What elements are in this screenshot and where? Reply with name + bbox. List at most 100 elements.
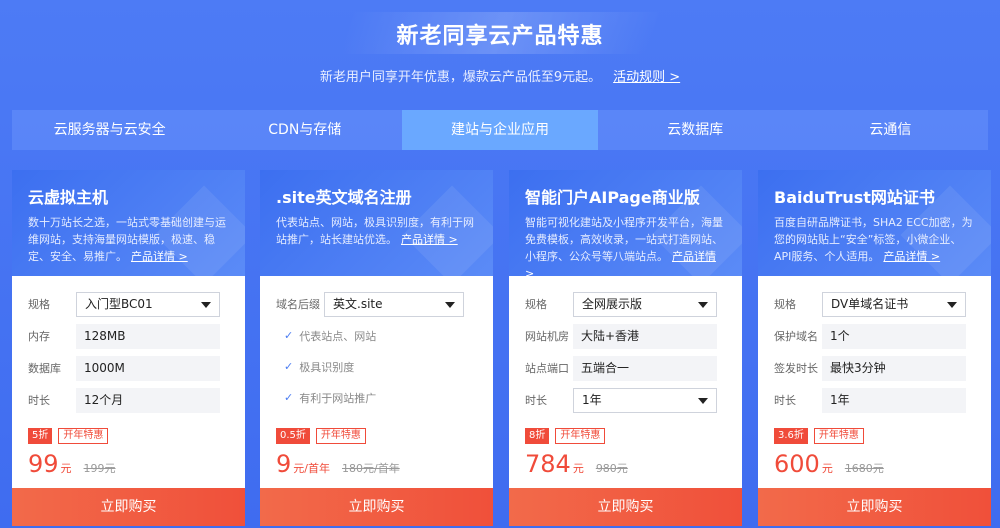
datacenter-row: 网站机房 大陆+香港 bbox=[525, 320, 726, 352]
spec-label: 规格 bbox=[774, 298, 796, 311]
card-description-text: 百度自研品牌证书，SHA2 ECC加密，为您的网站贴上“安全”标签，小微企业、A… bbox=[774, 216, 973, 263]
price-badges: 5折 开年特惠 bbox=[28, 428, 109, 444]
spec-select[interactable]: DV单域名证书 bbox=[822, 291, 966, 317]
domain-suffix-label: 域名后缀 bbox=[276, 298, 320, 311]
price-line: 9 元/首年 180元/首年 bbox=[276, 450, 400, 478]
site-ports-value: 五端合一 bbox=[573, 355, 717, 381]
price-value: 600 bbox=[774, 450, 820, 478]
caret-down-icon bbox=[947, 301, 957, 308]
buy-now-button[interactable]: 立即购买 bbox=[260, 488, 493, 526]
database-row: 数据库 1000M bbox=[28, 352, 229, 384]
protected-domain-value: 1个 bbox=[822, 323, 966, 349]
category-tabs: 云服务器与云安全 CDN与存储 建站与企业应用 云数据库 云通信 bbox=[12, 110, 988, 150]
issue-time-row: 签发时长 最快3分钟 bbox=[774, 352, 975, 384]
caret-down-icon bbox=[698, 301, 708, 308]
check-icon: ✓ bbox=[284, 360, 294, 373]
duration-label: 时长 bbox=[28, 394, 50, 407]
card-description-text: 智能可视化建站及小程序开发平台，海量免费模板，高效收录，一站式打造网站、小程序、… bbox=[525, 216, 723, 263]
duration-value: 12个月 bbox=[76, 387, 220, 413]
check-icon: ✓ bbox=[284, 329, 294, 342]
product-card-virtual-host: 云虚拟主机 数十万站长之选，一站式零基础创建与运维网站，支持海量网站模版，极速、… bbox=[12, 170, 245, 526]
price-unit: 元/首年 bbox=[293, 462, 330, 475]
memory-label: 内存 bbox=[28, 330, 50, 343]
domain-suffix-value: 英文.site bbox=[333, 296, 383, 311]
spec-select-value: DV单域名证书 bbox=[831, 296, 909, 311]
card-header: .site英文域名注册 代表站点、网站，极具识别度，有利于网站推广，站长建站优选… bbox=[260, 170, 493, 276]
memory-row: 内存 128MB bbox=[28, 320, 229, 352]
tab-cloud-communication[interactable]: 云通信 bbox=[793, 110, 988, 150]
promo-tag: 开年特惠 bbox=[813, 428, 864, 444]
spec-label: 规格 bbox=[525, 298, 547, 311]
price-badges: 8折 开年特惠 bbox=[525, 428, 606, 444]
domain-suffix-row: 域名后缀 英文.site bbox=[276, 288, 477, 320]
tab-website-enterprise[interactable]: 建站与企业应用 bbox=[402, 110, 598, 150]
check-icon: ✓ bbox=[284, 391, 294, 404]
duration-row: 时长 12个月 bbox=[28, 384, 229, 416]
duration-label: 时长 bbox=[525, 394, 547, 407]
buy-now-button[interactable]: 立即购买 bbox=[12, 488, 245, 526]
price-badges: 0.5折 开年特惠 bbox=[276, 428, 366, 444]
spec-select[interactable]: 全网展示版 bbox=[573, 291, 717, 317]
domain-suffix-select[interactable]: 英文.site bbox=[324, 291, 464, 317]
card-body: 域名后缀 英文.site ✓ 代表站点、网站 ✓ 极具识别度 ✓ 有利于网站推广 bbox=[260, 276, 493, 413]
price-line: 784 元 980元 bbox=[525, 450, 628, 478]
site-ports-label: 站点端口 bbox=[525, 362, 569, 375]
caret-down-icon bbox=[698, 397, 708, 404]
feature-item: ✓ 代表站点、网站 bbox=[276, 320, 477, 351]
feature-text: 极具识别度 bbox=[299, 360, 355, 374]
hero-subtitle: 新老用户同享开年优惠，爆款云产品低至9元起。 活动规则 > bbox=[0, 66, 1000, 85]
original-price: 199元 bbox=[83, 462, 116, 475]
protected-domain-label: 保护域名 bbox=[774, 330, 818, 343]
card-header: BaiduTrust网站证书 百度自研品牌证书，SHA2 ECC加密，为您的网站… bbox=[758, 170, 991, 276]
feature-item: ✓ 极具识别度 bbox=[276, 351, 477, 382]
product-card-baidutrust: BaiduTrust网站证书 百度自研品牌证书，SHA2 ECC加密，为您的网站… bbox=[758, 170, 991, 526]
spec-select-value: 入门型BC01 bbox=[85, 296, 153, 311]
price-unit: 元 bbox=[821, 462, 833, 475]
feature-item: ✓ 有利于网站推广 bbox=[276, 382, 477, 413]
product-detail-link[interactable]: 产品详情 > bbox=[883, 250, 940, 263]
duration-select-value: 1年 bbox=[582, 392, 602, 407]
spec-select[interactable]: 入门型BC01 bbox=[76, 291, 220, 317]
duration-select[interactable]: 1年 bbox=[573, 387, 717, 413]
price-value: 784 bbox=[525, 450, 571, 478]
card-description: 数十万站长之选，一站式零基础创建与运维网站，支持海量网站模版，极速、稳定、安全、… bbox=[28, 214, 229, 265]
product-card-aipage: 智能门户AIPage商业版 智能可视化建站及小程序开发平台，海量免费模板，高效收… bbox=[509, 170, 742, 526]
tab-cloud-server-security[interactable]: 云服务器与云安全 bbox=[12, 110, 207, 150]
hero-subtitle-text: 新老用户同享开年优惠，爆款云产品低至9元起。 bbox=[319, 70, 602, 85]
card-description: 百度自研品牌证书，SHA2 ECC加密，为您的网站贴上“安全”标签，小微企业、A… bbox=[774, 214, 975, 265]
tab-cdn-storage[interactable]: CDN与存储 bbox=[207, 110, 402, 150]
spec-label: 规格 bbox=[28, 298, 50, 311]
card-body: 规格 入门型BC01 内存 128MB 数据库 1000M 时长 12个月 bbox=[12, 276, 245, 416]
issue-time-label: 签发时长 bbox=[774, 362, 818, 375]
price-line: 600 元 1680元 bbox=[774, 450, 884, 478]
datacenter-value: 大陆+香港 bbox=[573, 323, 717, 349]
price-unit: 元 bbox=[60, 462, 72, 475]
buy-now-button[interactable]: 立即购买 bbox=[758, 488, 991, 526]
spec-row: 规格 DV单域名证书 bbox=[774, 288, 975, 320]
product-detail-link[interactable]: 产品详情 > bbox=[131, 250, 188, 263]
caret-down-icon bbox=[445, 301, 455, 308]
duration-label: 时长 bbox=[774, 394, 796, 407]
database-value: 1000M bbox=[76, 355, 220, 381]
original-price: 1680元 bbox=[844, 462, 884, 475]
card-title: 云虚拟主机 bbox=[28, 188, 109, 207]
issue-time-value: 最快3分钟 bbox=[822, 355, 966, 381]
activity-rules-link[interactable]: 活动规则 > bbox=[613, 70, 680, 85]
price-badges: 3.6折 开年特惠 bbox=[774, 428, 864, 444]
buy-now-button[interactable]: 立即购买 bbox=[509, 488, 742, 526]
discount-badge: 8折 bbox=[525, 428, 550, 444]
original-price: 980元 bbox=[595, 462, 628, 475]
price-unit: 元 bbox=[572, 462, 584, 475]
product-detail-link[interactable]: 产品详情 > bbox=[401, 233, 458, 246]
card-body: 规格 DV单域名证书 保护域名 1个 签发时长 最快3分钟 时长 1年 bbox=[758, 276, 991, 416]
price-line: 99 元 199元 bbox=[28, 450, 116, 478]
tab-cloud-database[interactable]: 云数据库 bbox=[598, 110, 793, 150]
caret-down-icon bbox=[201, 301, 211, 308]
card-title: 智能门户AIPage商业版 bbox=[525, 188, 700, 207]
card-description: 代表站点、网站，极具识别度，有利于网站推广，站长建站优选。 产品详情 > bbox=[276, 214, 477, 248]
promo-tag: 开年特惠 bbox=[58, 428, 109, 444]
original-price: 180元/首年 bbox=[342, 462, 400, 475]
spec-row: 规格 入门型BC01 bbox=[28, 288, 229, 320]
promo-tag: 开年特惠 bbox=[315, 428, 366, 444]
card-description-text: 代表站点、网站，极具识别度，有利于网站推广，站长建站优选。 bbox=[276, 216, 474, 246]
